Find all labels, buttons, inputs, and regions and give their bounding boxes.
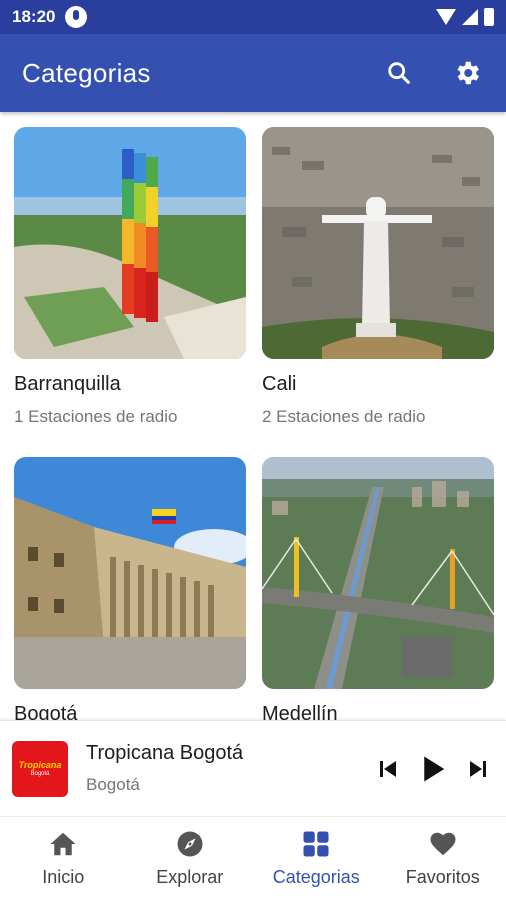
- gear-icon[interactable]: [450, 56, 484, 90]
- nav-label: Inicio: [42, 867, 85, 887]
- category-image-cali: [262, 127, 494, 359]
- home-icon: [50, 832, 76, 856]
- station-logo-subtext: Bogotá: [30, 770, 50, 777]
- category-grid: Barranquilla 1 Estaciones de radio Cali …: [0, 112, 506, 720]
- station-info: Tropicana Bogotá Bogotá: [86, 742, 243, 795]
- bottom-nav: Inicio Explorar Categorias Favoritos: [0, 816, 506, 900]
- mic-icon: [65, 6, 88, 28]
- station-logo-text: Tropicana: [18, 759, 62, 770]
- category-image-barranquilla: [14, 127, 246, 359]
- wifi-icon: [436, 9, 456, 25]
- category-card-barranquilla[interactable]: Barranquilla 1 Estaciones de radio: [14, 127, 246, 427]
- app-actions: [382, 56, 484, 90]
- nav-label: Categorias: [272, 867, 360, 887]
- nav-item-explorar[interactable]: Explorar: [127, 817, 254, 900]
- signal-icon: [462, 9, 478, 25]
- station-city: Bogotá: [86, 775, 140, 794]
- skip-previous-icon[interactable]: [376, 757, 400, 781]
- status-time: 18:20: [12, 7, 56, 26]
- play-icon[interactable]: [418, 754, 448, 784]
- skip-next-icon[interactable]: [466, 757, 490, 781]
- compass-icon: [177, 831, 203, 857]
- player-controls: [376, 754, 494, 784]
- grid-icon: [303, 831, 329, 857]
- nav-item-categorias[interactable]: Categorias: [253, 817, 380, 900]
- category-station-count: 1 Estaciones de radio: [14, 407, 178, 426]
- category-image-medellin: [262, 457, 494, 689]
- category-image-bogota: [14, 457, 246, 689]
- search-icon[interactable]: [382, 56, 416, 90]
- station-name: Tropicana Bogotá: [86, 742, 244, 764]
- heart-icon: [430, 832, 456, 856]
- category-card-medellin[interactable]: Medellín: [262, 457, 494, 720]
- mini-player[interactable]: Tropicana Bogotá Tropicana Bogotá Bogotá: [0, 720, 506, 816]
- status-icons: [436, 8, 494, 26]
- category-name: Barranquilla: [14, 373, 121, 395]
- station-logo: Tropicana Bogotá: [12, 740, 68, 797]
- nav-label: Explorar: [156, 867, 224, 887]
- category-card-cali[interactable]: Cali 2 Estaciones de radio: [262, 127, 494, 427]
- nav-label: Favoritos: [405, 867, 480, 887]
- status-bar: 18:20: [0, 0, 506, 34]
- nav-item-inicio[interactable]: Inicio: [0, 817, 127, 900]
- battery-icon: [484, 8, 494, 26]
- page-title: Categorias: [22, 57, 151, 88]
- app-bar: Categorias: [0, 34, 506, 112]
- category-name: Medellín: [262, 703, 338, 720]
- category-name: Cali: [262, 373, 297, 395]
- category-name: Bogotá: [14, 703, 78, 720]
- category-station-count: 2 Estaciones de radio: [262, 407, 426, 426]
- category-card-bogota[interactable]: Bogotá: [14, 457, 246, 720]
- nav-item-favoritos[interactable]: Favoritos: [380, 817, 506, 900]
